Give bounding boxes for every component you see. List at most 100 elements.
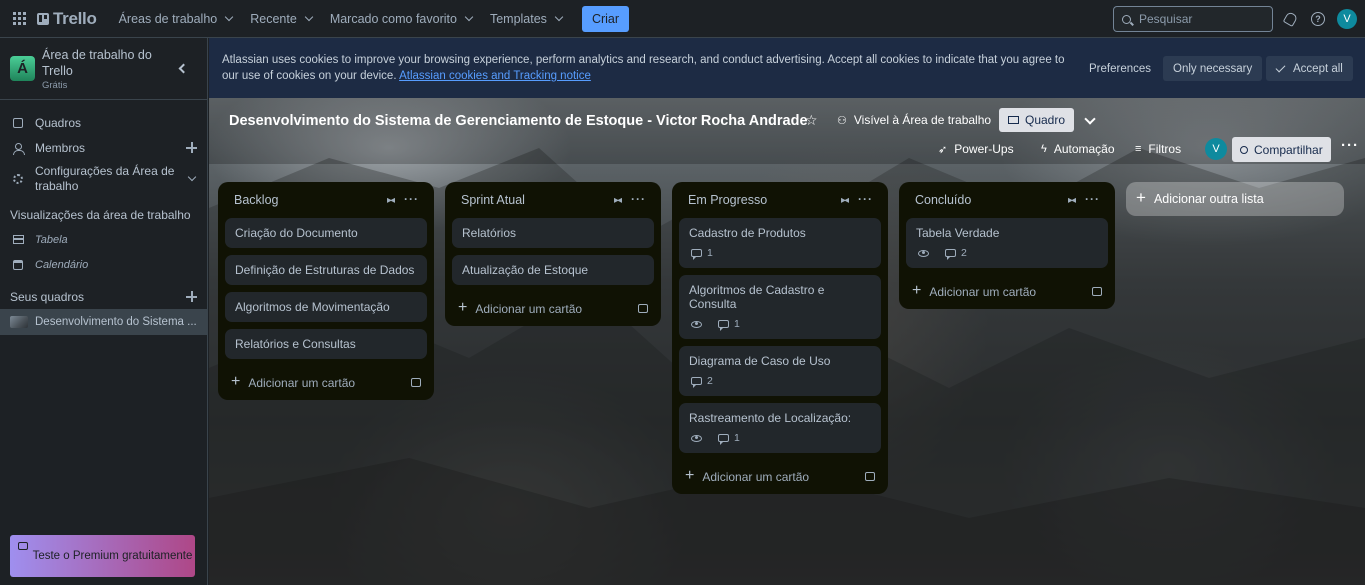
board-title[interactable]: Desenvolvimento do Sistema de Gerenciame…	[229, 113, 808, 129]
collapse-list-icon[interactable]: ▸◂	[1068, 195, 1076, 206]
list-header[interactable]: Concluído ▸◂ ···	[906, 182, 1108, 218]
cookie-accept-all-button[interactable]: Accept all	[1266, 56, 1353, 81]
create-button[interactable]: Criar	[581, 5, 630, 32]
add-board-icon[interactable]	[186, 291, 197, 302]
card[interactable]: Atualização de Estoque	[452, 255, 654, 285]
add-card-button[interactable]: + Adicionar um cartão	[452, 292, 654, 326]
cookie-notice-link[interactable]: Atlassian cookies and Tracking notice	[399, 70, 591, 82]
search-input[interactable]: Pesquisar	[1113, 6, 1273, 32]
collapse-sidebar-icon[interactable]	[178, 63, 189, 74]
add-list-button[interactable]: + Adicionar outra lista	[1126, 182, 1344, 216]
filters-button[interactable]: ≡ Filtros	[1129, 137, 1187, 161]
card-template-icon[interactable]	[638, 304, 648, 313]
list-title[interactable]: Concluído	[915, 193, 971, 207]
collapse-list-icon[interactable]: ▸◂	[841, 195, 849, 206]
nav-workspaces-label: Áreas de trabalho	[118, 11, 218, 26]
card-badges: 1	[689, 431, 871, 445]
card[interactable]: Relatórios	[452, 218, 654, 248]
automation-button[interactable]: ϟ Automação	[1035, 137, 1121, 161]
comment-icon	[718, 320, 729, 331]
card-template-icon[interactable]	[1092, 287, 1102, 296]
list-menu-icon[interactable]: ···	[404, 192, 419, 206]
sidebar-board-item[interactable]: Desenvolvimento do Sistema ...	[0, 309, 207, 335]
plus-icon: +	[1136, 188, 1146, 207]
card[interactable]: Relatórios e Consultas	[225, 329, 427, 359]
card[interactable]: Criação do Documento	[225, 218, 427, 248]
sidebar: Á Área de trabalho do Trello Grátis Quad…	[0, 38, 208, 585]
cookie-message: Atlassian uses cookies to improve your b…	[222, 52, 1072, 84]
list-header[interactable]: Sprint Atual ▸◂ ···	[452, 182, 654, 218]
share-label: Compartilhar	[1254, 142, 1323, 157]
add-list-label: Adicionar outra lista	[1153, 192, 1264, 206]
card[interactable]: Tabela Verdade 2	[906, 218, 1108, 268]
card[interactable]: Rastreamento de Localização: 1	[679, 403, 881, 453]
list-title[interactable]: Sprint Atual	[461, 193, 525, 207]
sidebar-view-table[interactable]: Tabela	[0, 227, 207, 252]
card[interactable]: Definição de Estruturas de Dados	[225, 255, 427, 285]
workspace-avatar[interactable]: Á	[10, 56, 35, 81]
sidebar-view-calendar[interactable]: Calendário	[0, 252, 207, 277]
cookie-preferences-button[interactable]: Preferences	[1079, 56, 1161, 81]
nav-starred-label: Marcado como favorito	[329, 11, 457, 26]
collapse-list-icon[interactable]: ▸◂	[614, 195, 622, 206]
list-menu-icon[interactable]: ···	[631, 192, 646, 206]
star-icon[interactable]: ☆	[805, 112, 818, 129]
visibility-button[interactable]: ⚇ Visível à Área de trabalho	[831, 108, 997, 132]
nav-workspaces[interactable]: Áreas de trabalho	[111, 3, 241, 35]
list-menu-icon[interactable]: ···	[858, 192, 873, 206]
card-template-icon[interactable]	[411, 378, 421, 387]
gear-icon	[12, 173, 24, 185]
sidebar-board-label: Desenvolvimento do Sistema ...	[35, 316, 197, 328]
sidebar-item-members[interactable]: Membros	[0, 135, 207, 160]
card-title: Tabela Verdade	[916, 226, 1000, 240]
sidebar-view-label: Calendário	[35, 258, 89, 271]
list-header[interactable]: Em Progresso ▸◂ ···	[679, 182, 881, 218]
list-title[interactable]: Em Progresso	[688, 193, 767, 207]
chevron-down-icon[interactable]	[187, 172, 197, 182]
nav-recent[interactable]: Recente	[242, 3, 320, 35]
chevron-down-icon[interactable]	[1084, 113, 1096, 125]
collapse-list-icon[interactable]: ▸◂	[387, 195, 395, 206]
list-title[interactable]: Backlog	[234, 193, 278, 207]
card[interactable]: Algoritmos de Cadastro e Consulta 1	[679, 275, 881, 339]
comment-icon	[691, 377, 702, 388]
notifications-button[interactable]	[1280, 9, 1300, 29]
list-em-progresso: Em Progresso ▸◂ ··· Cadastro de Produtos…	[672, 182, 888, 494]
user-avatar[interactable]: V	[1337, 9, 1357, 29]
list-sprint-atual: Sprint Atual ▸◂ ··· Relatórios Atualizaç…	[445, 182, 661, 326]
card-template-icon[interactable]	[865, 472, 875, 481]
add-card-button[interactable]: + Adicionar um cartão	[225, 366, 427, 400]
nav-starred[interactable]: Marcado como favorito	[322, 3, 480, 35]
trello-logo-icon	[37, 12, 49, 25]
add-card-button[interactable]: + Adicionar um cartão	[906, 275, 1108, 309]
workspace-name[interactable]: Área de trabalho do Trello	[42, 47, 152, 79]
add-member-icon[interactable]	[186, 142, 197, 153]
cookie-only-necessary-button[interactable]: Only necessary	[1163, 56, 1263, 81]
card-title: Definição de Estruturas de Dados	[235, 263, 415, 277]
workspace-plan: Grátis	[42, 79, 68, 91]
help-button[interactable]: ?	[1308, 9, 1328, 29]
board-member-avatar[interactable]: V	[1205, 138, 1227, 160]
add-card-button[interactable]: + Adicionar um cartão	[679, 460, 881, 494]
list-menu-icon[interactable]: ···	[1085, 192, 1100, 206]
card-badges: 1	[689, 246, 871, 260]
nav-templates[interactable]: Templates	[482, 3, 570, 35]
card[interactable]: Cadastro de Produtos 1	[679, 218, 881, 268]
powerups-button[interactable]: ➶ Power-Ups	[932, 137, 1020, 161]
board-view-button[interactable]: Quadro	[999, 108, 1075, 132]
share-button[interactable]: Compartilhar	[1232, 137, 1331, 162]
card-title: Rastreamento de Localização:	[689, 411, 852, 425]
sidebar-item-settings[interactable]: Configurações da Área de trabalho	[0, 160, 207, 198]
top-navigation-bar: Trello Áreas de trabalho Recente Marcado…	[0, 0, 1365, 38]
trello-logo[interactable]: Trello	[37, 9, 97, 29]
list-header[interactable]: Backlog ▸◂ ···	[225, 182, 427, 218]
comment-count: 1	[734, 432, 740, 444]
more-options-icon[interactable]: ···	[1341, 138, 1359, 153]
card[interactable]: Algoritmos de Movimentação	[225, 292, 427, 322]
card[interactable]: Diagrama de Caso de Uso 2	[679, 346, 881, 396]
try-premium-button[interactable]: Teste o Premium gratuitamente	[10, 535, 195, 577]
sidebar-item-boards[interactable]: Quadros	[0, 110, 207, 135]
search-icon	[1122, 14, 1131, 24]
app-switcher-icon[interactable]	[5, 5, 33, 33]
cookie-text: Atlassian uses cookies to improve your b…	[222, 54, 1065, 82]
